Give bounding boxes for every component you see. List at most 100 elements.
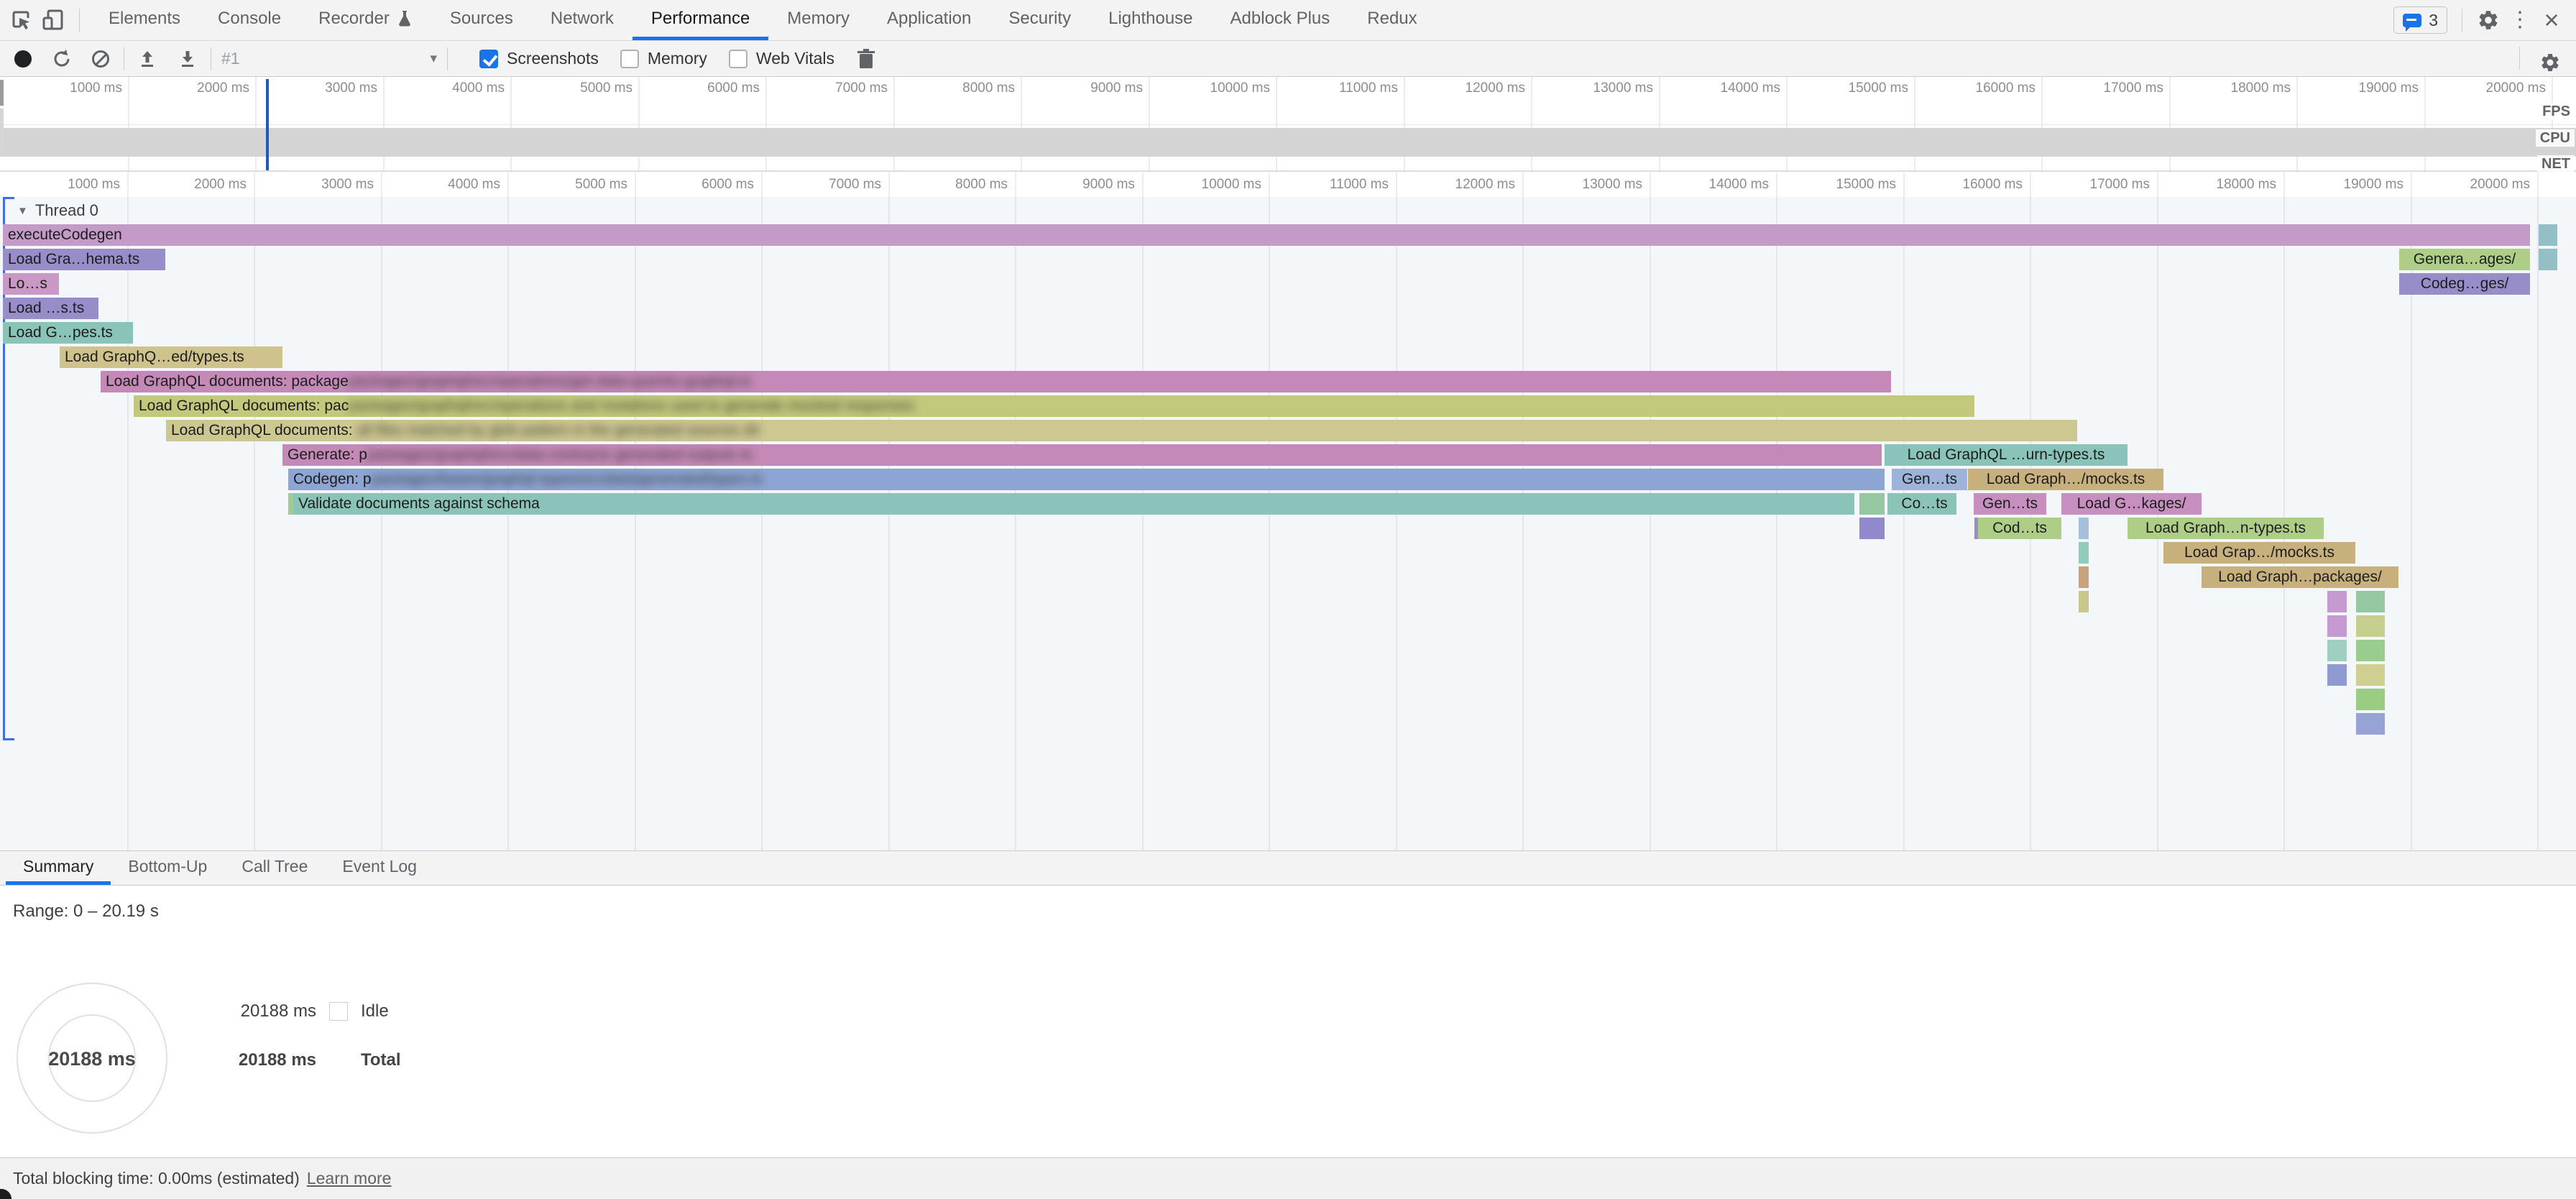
flame-bar-codeg-ges-[interactable]: Codeg…ges/ xyxy=(2399,273,2530,295)
issues-badge[interactable]: 3 xyxy=(2393,6,2447,34)
settings-gear-icon[interactable] xyxy=(2472,4,2504,36)
learn-more-link[interactable]: Learn more xyxy=(307,1169,392,1188)
flame-bar-label: Load G…kages/ xyxy=(2077,495,2186,512)
flame-bar-generate-p[interactable]: Generate: ppackages/graphql/src/data-con… xyxy=(282,444,1882,466)
flame-bar-genera-ages-[interactable]: Genera…ages/ xyxy=(2399,249,2530,270)
reload-and-record-button[interactable] xyxy=(49,46,75,72)
flame-bar-load-graphq-ed-types-ts[interactable]: Load GraphQ…ed/types.ts xyxy=(60,346,282,368)
checkbox-box-web-vitals[interactable] xyxy=(729,50,748,68)
flame-block[interactable] xyxy=(2356,640,2385,661)
flame-bar-executecodegen[interactable]: executeCodegen xyxy=(3,224,2530,246)
tab-console[interactable]: Console xyxy=(199,0,300,40)
tab-sources[interactable]: Sources xyxy=(431,0,532,40)
capture-settings-gear-icon[interactable] xyxy=(2534,47,2566,78)
flame-block[interactable] xyxy=(2079,542,2089,564)
garbage-collect-icon[interactable] xyxy=(853,46,879,72)
flame-block[interactable] xyxy=(2356,591,2385,612)
flame-block[interactable] xyxy=(2079,591,2089,612)
load-profile-icon[interactable] xyxy=(134,46,160,72)
flame-bar-load-s-ts[interactable]: Load …s.ts xyxy=(3,298,98,319)
overview-handle[interactable] xyxy=(0,109,4,149)
flame-bar-co-ts[interactable]: Co…ts xyxy=(1892,493,1956,515)
flame-bar-load-graphql-urn-types-ts[interactable]: Load GraphQL …urn-types.ts xyxy=(1885,444,2128,466)
tab-adblock-plus[interactable]: Adblock Plus xyxy=(1212,0,1349,40)
flame-block[interactable] xyxy=(1859,493,1885,515)
flame-block[interactable] xyxy=(2356,689,2385,710)
flame-bar-load-g-kages-[interactable]: Load G…kages/ xyxy=(2061,493,2202,515)
flame-bar-load-gra-hema-ts[interactable]: Load Gra…hema.ts xyxy=(3,249,165,270)
tab-network[interactable]: Network xyxy=(532,0,632,40)
flame-bar-load-g-pes-ts[interactable]: Load G…pes.ts xyxy=(3,322,133,344)
save-profile-icon[interactable] xyxy=(175,46,201,72)
flame-block[interactable] xyxy=(1859,518,1885,539)
inspect-element-icon[interactable] xyxy=(6,4,37,36)
timeline-ruler: 1000 ms2000 ms3000 ms4000 ms5000 ms6000 … xyxy=(0,173,2576,198)
checkbox-box-screenshots[interactable] xyxy=(479,50,498,68)
flame-bar-label: Load GraphQL …urn-types.ts xyxy=(1908,446,2105,463)
flame-bar-load-graph-mocks-ts[interactable]: Load Graph…/mocks.ts xyxy=(1968,469,2163,490)
flame-bar-load-graphql-documents-[interactable]: Load GraphQL documents: all files matche… xyxy=(166,420,2077,441)
tab-performance[interactable]: Performance xyxy=(632,0,768,40)
flame-bar-validate-documents-against-schema[interactable]: Validate documents against schema xyxy=(293,493,1854,515)
flame-bar-lo-s[interactable]: Lo…s xyxy=(3,273,59,295)
legend-row-total: 20188 msTotal xyxy=(201,1049,401,1071)
thread-header[interactable]: ▼ Thread 0 xyxy=(17,201,98,220)
flame-bar-load-graphql-documents-pac[interactable]: Load GraphQL documents: pacpackages/grap… xyxy=(134,395,1974,417)
flame-row-3: Lo…s Codeg…ges/ xyxy=(0,272,2576,297)
details-tab-bottom-up[interactable]: Bottom-Up xyxy=(111,851,224,885)
flame-bar-codegen-p[interactable]: Codegen: ppackages/bases/graphql-types/s… xyxy=(288,469,1885,490)
flame-bar-gen-ts[interactable]: Gen…ts xyxy=(1892,469,1967,490)
flame-block[interactable] xyxy=(2079,566,2089,588)
flame-bar-label: Load Graph…packages/ xyxy=(2218,569,2382,585)
tabbar-right-controls: 3 ⋮ × xyxy=(2393,4,2576,36)
flame-block[interactable] xyxy=(2327,615,2347,637)
flame-bar-label: Load G…pes.ts xyxy=(8,324,113,341)
close-devtools-icon[interactable]: × xyxy=(2536,4,2567,36)
flame-block[interactable] xyxy=(2539,249,2557,270)
flame-block[interactable] xyxy=(2539,224,2557,246)
lane-label-fps: FPS xyxy=(2538,103,2575,120)
tab-application[interactable]: Application xyxy=(868,0,990,40)
flame-block[interactable] xyxy=(2327,664,2347,686)
details-tab-event-log[interactable]: Event Log xyxy=(325,851,434,885)
flame-block[interactable] xyxy=(2079,518,2089,539)
checkbox-screenshots[interactable]: Screenshots xyxy=(479,49,599,68)
tab-recorder[interactable]: Recorder xyxy=(300,0,431,40)
tab-lighthouse[interactable]: Lighthouse xyxy=(1090,0,1211,40)
tab-memory[interactable]: Memory xyxy=(768,0,868,40)
details-tab-call-tree[interactable]: Call Tree xyxy=(224,851,325,885)
flame-bar-label: Load Graph…/mocks.ts xyxy=(1987,471,2145,487)
flame-chart[interactable]: ▼ Thread 0 executeCodegen Load Gra…hema.t… xyxy=(0,197,2576,851)
ruler-tick-label: 19000 ms xyxy=(2281,177,2404,193)
clear-button[interactable] xyxy=(88,46,114,72)
flame-block[interactable] xyxy=(2327,640,2347,661)
flame-bar-load-graph-n-types-ts[interactable]: Load Graph…n-types.ts xyxy=(2128,518,2324,539)
history-dropdown[interactable]: #1 ▾ xyxy=(221,49,437,68)
timeline-overview[interactable]: 1000 ms2000 ms3000 ms4000 ms5000 ms6000 … xyxy=(0,77,2576,173)
checkbox-memory[interactable]: Memory xyxy=(620,49,707,68)
flame-block[interactable] xyxy=(2356,664,2385,686)
flame-bar-load-graphql-documents-package[interactable]: Load GraphQL documents: packagepackages/… xyxy=(101,371,1891,392)
details-tab-summary[interactable]: Summary xyxy=(6,851,111,885)
flame-bar-cod-ts[interactable]: Cod…ts xyxy=(1978,518,2061,539)
flame-block[interactable] xyxy=(2327,591,2347,612)
checkbox-web-vitals[interactable]: Web Vitals xyxy=(729,49,834,68)
tab-security[interactable]: Security xyxy=(990,0,1090,40)
tab-elements[interactable]: Elements xyxy=(90,0,199,40)
flame-bar-load-graph-packages-[interactable]: Load Graph…packages/ xyxy=(2202,566,2398,588)
flame-row-16 xyxy=(0,590,2576,615)
ruler-tick-label: 17000 ms xyxy=(2028,177,2150,193)
ruler-tick-label: 14000 ms xyxy=(1658,81,1780,96)
record-button[interactable] xyxy=(10,46,36,72)
flame-bar-gen-ts[interactable]: Gen…ts xyxy=(1974,493,2046,515)
tab-redux[interactable]: Redux xyxy=(1348,0,1435,40)
ruler-tick-label: 12000 ms xyxy=(1393,177,1515,193)
device-toolbar-icon[interactable] xyxy=(37,4,69,36)
flame-block[interactable] xyxy=(2356,713,2385,735)
checkbox-box-memory[interactable] xyxy=(620,50,639,68)
ruler-tick-label: 12000 ms xyxy=(1403,81,1525,96)
flame-bar-label: executeCodegen xyxy=(8,226,122,243)
more-options-icon[interactable]: ⋮ xyxy=(2504,4,2536,36)
flame-block[interactable] xyxy=(2356,615,2385,637)
flame-bar-load-grap-mocks-ts[interactable]: Load Grap…/mocks.ts xyxy=(2163,542,2355,564)
